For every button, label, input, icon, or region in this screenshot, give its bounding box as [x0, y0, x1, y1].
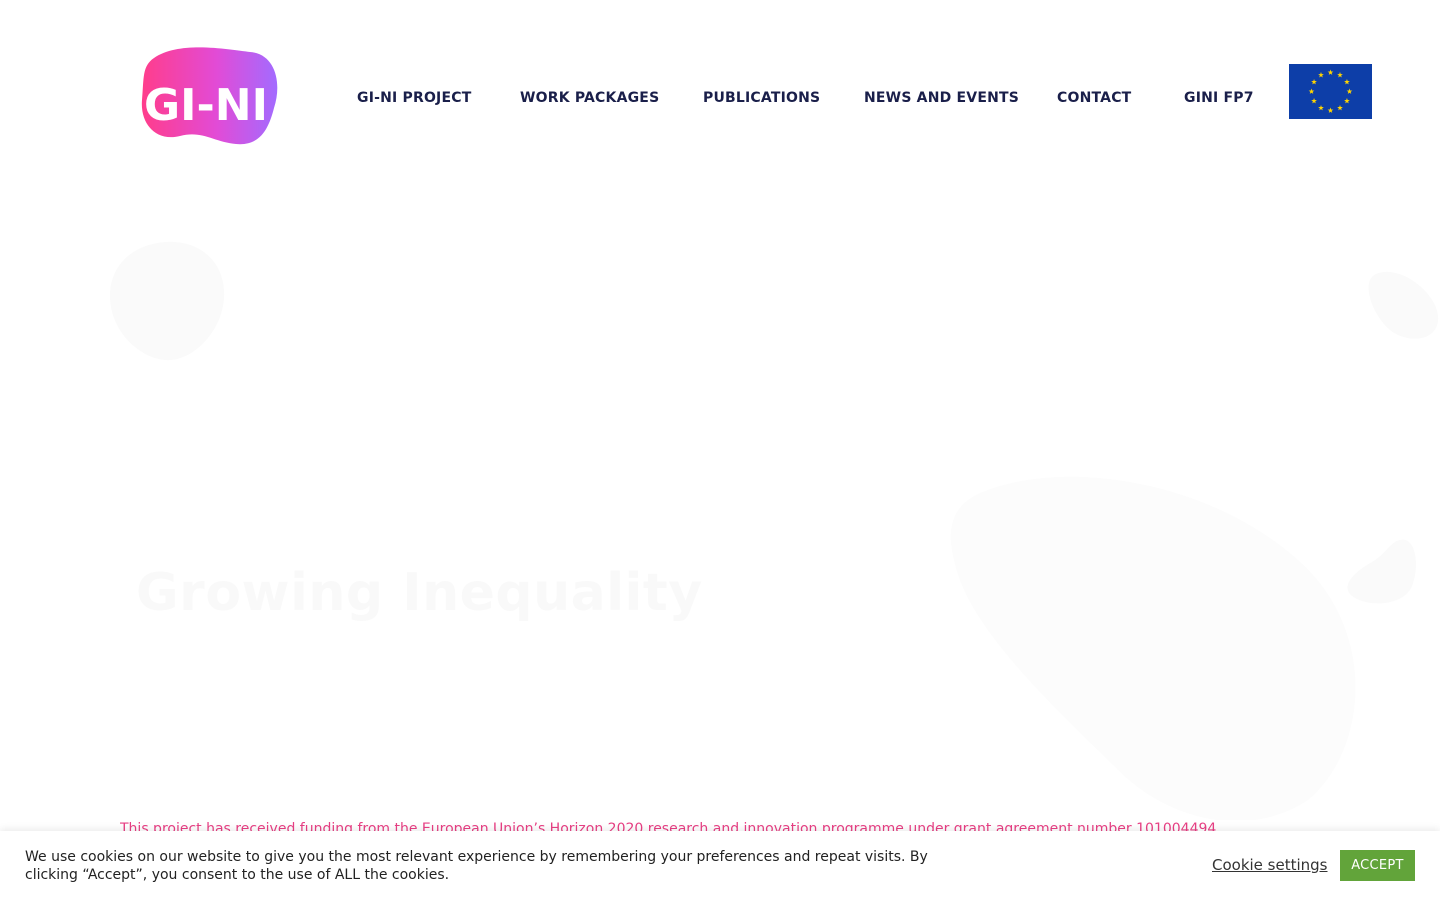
nav-item-publications[interactable]: PUBLICATIONS	[703, 90, 820, 106]
nav-item-gi-ni-project[interactable]: GI-NI PROJECT	[357, 90, 471, 106]
eu-star-icon	[1344, 98, 1350, 104]
cookie-message: We use cookies on our website to give yo…	[25, 849, 928, 883]
eu-star-icon	[1344, 79, 1350, 85]
eu-star-icon	[1327, 69, 1334, 75]
eu-star-icon	[1308, 88, 1315, 94]
eu-star-icon	[1346, 88, 1353, 94]
nav-item-gini-fp7[interactable]: GINI FP7	[1184, 90, 1254, 106]
decorative-blob-large	[950, 476, 1356, 820]
eu-star-icon	[1311, 79, 1317, 85]
eu-star-icon	[1318, 72, 1324, 78]
eu-star-icon	[1337, 72, 1343, 78]
site-header: GI-NI GI-NI PROJECT WORK PACKAGES PUBLIC…	[0, 0, 1440, 180]
decorative-blob-left	[110, 241, 225, 361]
eu-star-icon	[1311, 98, 1317, 104]
eu-star-icon	[1327, 107, 1334, 113]
accept-cookies-button[interactable]: ACCEPT	[1340, 850, 1415, 881]
main-nav: GI-NI PROJECT WORK PACKAGES PUBLICATIONS…	[0, 90, 1440, 112]
nav-item-contact[interactable]: CONTACT	[1057, 90, 1131, 106]
eu-star-icon	[1318, 104, 1324, 111]
page: GI-NI GI-NI PROJECT WORK PACKAGES PUBLIC…	[0, 0, 1440, 900]
decorative-blob-right-top	[1368, 271, 1439, 339]
eu-flag-icon	[1289, 64, 1372, 119]
nav-item-news-and-events[interactable]: NEWS AND EVENTS	[864, 90, 1019, 106]
nav-item-work-packages[interactable]: WORK PACKAGES	[520, 90, 659, 106]
cookie-settings-link[interactable]: Cookie settings	[1212, 856, 1328, 874]
eu-star-icon	[1337, 104, 1343, 111]
hero-title: Growing Inequality	[136, 562, 703, 623]
decorative-blob-right-mid	[1347, 539, 1416, 604]
cookie-consent-bar: We use cookies on our website to give yo…	[0, 831, 1440, 900]
